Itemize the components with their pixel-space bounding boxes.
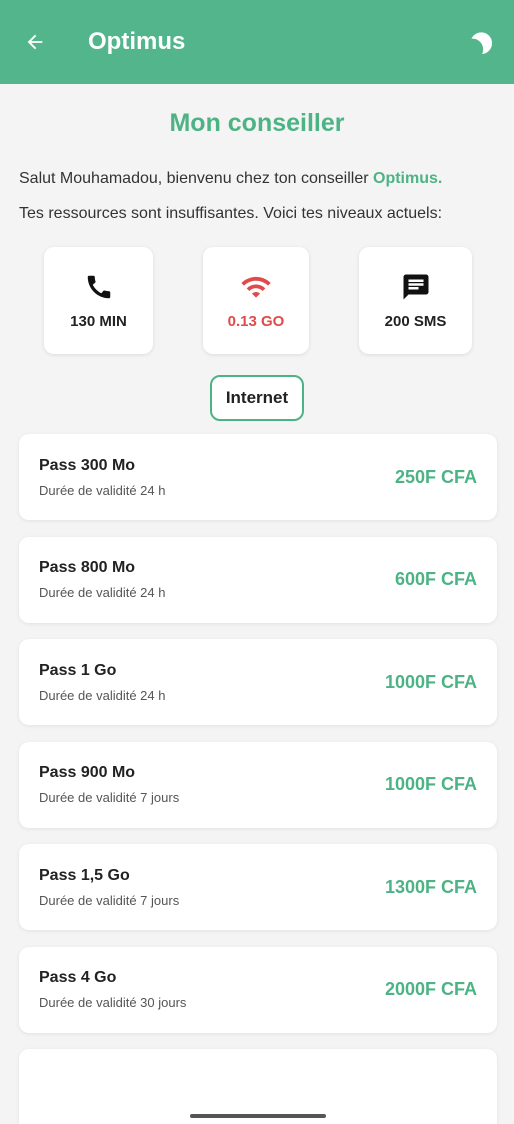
pass-name: Pass 900 Mo xyxy=(39,764,136,781)
message-icon xyxy=(403,274,428,300)
resources-info-text: Tes ressources sont insuffisantes. Voici… xyxy=(19,205,443,222)
minutes-value: 130 MIN xyxy=(70,313,127,330)
pass-price: 1300F CFA xyxy=(384,876,477,897)
pass-price: 600F CFA xyxy=(394,569,477,589)
page-title: Mon conseiller xyxy=(169,109,345,137)
pass-name: Pass 1,5 Go xyxy=(39,866,130,884)
sms-value: 200 SMS xyxy=(384,313,447,330)
wifi-icon xyxy=(241,276,271,298)
pass-validity: Durée de validité 24 h xyxy=(39,585,166,600)
pass-item[interactable]: Pass 800 Mo Durée de validité 24 h 600F … xyxy=(19,536,497,623)
pass-item[interactable]: Pass 4 Go Durée de validité 30 jours 200… xyxy=(19,946,497,1033)
resource-levels: 130 MIN 0.13 GO 200 SMS xyxy=(0,247,514,357)
pass-name: Pass 800 Mo xyxy=(39,559,136,576)
sms-card[interactable]: 200 SMS xyxy=(359,247,472,354)
pass-item[interactable]: Pass 1 Go Durée de validité 24 h 1000F C… xyxy=(19,639,497,725)
pass-item[interactable]: Pass 1,5 Go Durée de validité 7 jours 13… xyxy=(19,844,497,930)
pass-validity: Durée de validité 24 h xyxy=(39,482,166,498)
brand-name: Optimus. xyxy=(373,170,443,187)
minutes-card[interactable]: 130 MIN xyxy=(44,247,153,354)
data-value: 0.13 GO xyxy=(227,313,285,330)
pass-item[interactable]: Pass 300 Mo Durée de validité 24 h 250F … xyxy=(19,434,497,520)
internet-filter-chip[interactable]: Internet xyxy=(209,375,305,421)
pass-name: Pass 4 Go xyxy=(39,969,117,986)
pass-name: Pass 1 Go xyxy=(39,661,117,679)
app-bar: Optimus xyxy=(0,0,514,84)
greeting-text: Salut Mouhamadou, bienvenu chez ton cons… xyxy=(19,168,496,190)
pass-validity: Durée de validité 7 jours xyxy=(39,790,180,805)
pass-item[interactable] xyxy=(19,1049,497,1124)
pass-validity: Durée de validité 24 h xyxy=(39,687,166,703)
data-card[interactable]: 0.13 GO xyxy=(203,247,309,354)
dark-mode-icon xyxy=(471,32,493,55)
pass-list: Pass 300 Mo Durée de validité 24 h 250F … xyxy=(19,434,497,1124)
pass-price: 2000F CFA xyxy=(384,979,477,999)
app-title: Optimus xyxy=(88,28,186,55)
greeting-message: Salut Mouhamadou, bienvenu chez ton cons… xyxy=(19,170,373,187)
pass-validity: Durée de validité 30 jours xyxy=(39,995,187,1010)
theme-toggle-button[interactable] xyxy=(468,27,498,57)
pass-price: 1000F CFA xyxy=(384,671,477,692)
home-indicator[interactable] xyxy=(190,1114,326,1118)
back-button[interactable] xyxy=(20,27,50,57)
category-filter: Internet xyxy=(0,375,514,421)
pass-price: 1000F CFA xyxy=(384,774,477,794)
phone-icon xyxy=(87,275,110,299)
pass-validity: Durée de validité 7 jours xyxy=(39,892,180,908)
pass-name: Pass 300 Mo xyxy=(39,456,136,474)
pass-price: 250F CFA xyxy=(394,466,477,487)
arrow-left-icon xyxy=(27,34,43,50)
pass-item[interactable]: Pass 900 Mo Durée de validité 7 jours 10… xyxy=(19,741,497,828)
